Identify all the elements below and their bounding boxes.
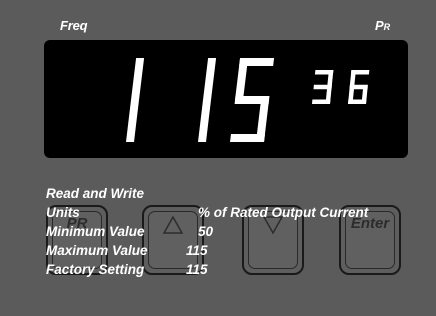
- main-digit-1: [126, 58, 145, 142]
- min-label: Minimum Value: [46, 224, 145, 239]
- drive-keypad-panel: Freq PR PR Enter Read and Write Units% o…: [0, 0, 436, 316]
- pr-label-main: P: [375, 18, 384, 33]
- minor-digit-1: [312, 70, 334, 104]
- seven-segment-display: [44, 40, 408, 158]
- main-digit-3: [230, 58, 275, 142]
- factory-value: 115: [186, 262, 208, 277]
- factory-label: Factory Setting: [46, 262, 145, 277]
- segment-d: [312, 99, 331, 104]
- min-value: 50: [198, 224, 214, 239]
- minor-digit-2: [348, 70, 370, 104]
- units-value: % of Rated Output Current: [198, 205, 369, 220]
- segment-f: [349, 70, 356, 87]
- freq-label: Freq: [60, 18, 88, 33]
- segment-c: [198, 100, 211, 142]
- up-arrow-icon: [144, 215, 202, 239]
- display-digits: [126, 58, 370, 142]
- segment-b: [131, 58, 145, 100]
- segment-f: [235, 58, 249, 100]
- pr-label-sub: R: [383, 22, 391, 32]
- segment-d: [230, 134, 265, 142]
- segment-b: [203, 58, 217, 100]
- units-label: Units: [46, 205, 80, 220]
- max-label: Maximum Value: [46, 243, 148, 258]
- segment-g: [313, 84, 332, 90]
- info-heading: Read and Write: [46, 186, 145, 201]
- main-digit-2: [198, 58, 217, 142]
- segment-g: [349, 84, 368, 90]
- segment-digits: [126, 58, 370, 142]
- segment-g: [234, 96, 270, 104]
- pr-label: PR: [375, 18, 390, 33]
- segment-c: [126, 100, 139, 142]
- max-value: 115: [186, 243, 208, 258]
